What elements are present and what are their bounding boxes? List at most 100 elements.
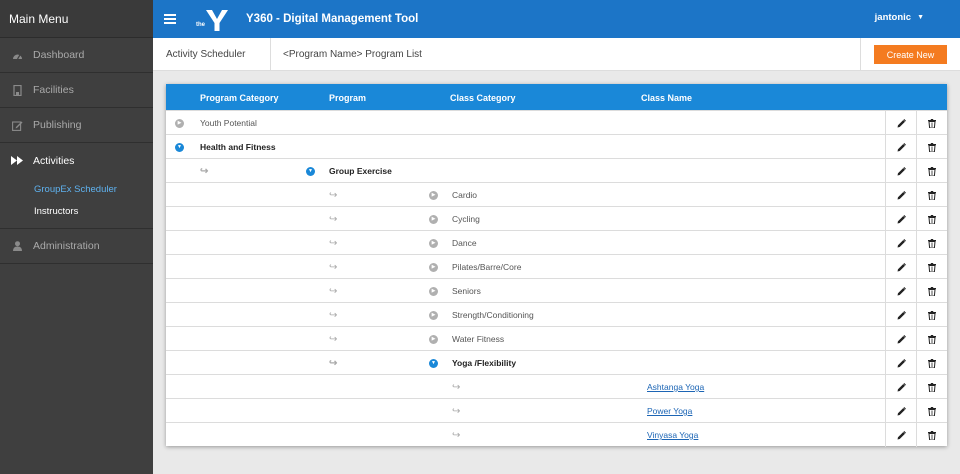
trash-icon[interactable] <box>916 303 947 327</box>
pencil-icon[interactable] <box>885 231 916 255</box>
trash-icon[interactable] <box>916 159 947 183</box>
collapsed-toggle-icon[interactable]: ▶ <box>429 183 438 207</box>
sidebar-title: Main Menu <box>0 0 153 38</box>
sidebar-subitem-instructors[interactable]: Instructors <box>34 200 153 222</box>
table-header: Program Category Program Class Category … <box>166 84 947 110</box>
collapsed-toggle-icon[interactable]: ▶ <box>429 303 438 327</box>
sidebar-item-facilities[interactable]: Facilities <box>0 73 153 108</box>
indent-arrow-icon: ↪ <box>329 237 338 249</box>
pencil-icon[interactable] <box>885 159 916 183</box>
table-row: ▶ Youth Potential <box>166 110 947 135</box>
table-row: ↪ ▼ Yoga /Flexibility <box>166 350 947 375</box>
row-label: Pilates/Barre/Core <box>452 262 522 272</box>
create-new-button[interactable]: Create New <box>874 45 947 64</box>
table-row: ↪ ▼ Group Exercise <box>166 158 947 183</box>
sidebar-item-label: Facilities <box>33 84 74 96</box>
pencil-icon[interactable] <box>885 423 916 447</box>
collapsed-toggle-icon[interactable]: ▶ <box>429 279 438 303</box>
class-name-link[interactable]: Ashtanga Yoga <box>647 375 704 399</box>
pencil-icon[interactable] <box>885 183 916 207</box>
table-row: ↪ ▶ Pilates/Barre/Core <box>166 254 947 279</box>
trash-icon[interactable] <box>916 351 947 375</box>
trash-icon[interactable] <box>916 255 947 279</box>
table-body: ▶ Youth Potential ▼ Health and Fitness ↪ ▼ Gro… <box>166 110 947 447</box>
breadcrumb-bar: Activity Scheduler <Program Name> Progra… <box>153 37 960 71</box>
row-label: Cycling <box>452 214 480 224</box>
indent-arrow-icon: ↪ <box>452 405 461 417</box>
indent-arrow-icon: ↪ <box>329 213 338 225</box>
row-label: Dance <box>452 238 477 248</box>
row-label: Cardio <box>452 190 478 200</box>
create-button-container: Create New <box>860 38 960 71</box>
row-label: Youth Potential <box>200 118 257 128</box>
building-icon <box>10 84 24 96</box>
trash-icon[interactable] <box>916 423 947 447</box>
collapsed-toggle-icon[interactable]: ▶ <box>429 207 438 231</box>
pencil-icon[interactable] <box>885 279 916 303</box>
indent-arrow-icon: ↪ <box>329 309 338 321</box>
program-list-table: Program Category Program Class Category … <box>166 84 947 447</box>
trash-icon[interactable] <box>916 111 947 135</box>
pencil-icon[interactable] <box>885 135 916 159</box>
collapsed-toggle-icon[interactable]: ▶ <box>429 255 438 279</box>
edit-icon <box>10 120 24 131</box>
table-row: ↪ ▶ Seniors <box>166 278 947 303</box>
expanded-toggle-icon[interactable]: ▼ <box>429 351 438 375</box>
trash-icon[interactable] <box>916 135 947 159</box>
user-icon <box>10 241 24 251</box>
trash-icon[interactable] <box>916 183 947 207</box>
trash-icon[interactable] <box>916 279 947 303</box>
pencil-icon[interactable] <box>885 399 916 423</box>
indent-arrow-icon: ↪ <box>329 189 338 201</box>
indent-arrow-icon: ↪ <box>200 165 209 177</box>
hamburger-icon[interactable] <box>164 14 176 24</box>
collapsed-toggle-icon[interactable]: ▶ <box>429 231 438 255</box>
trash-icon[interactable] <box>916 327 947 351</box>
table-row: ↪ ▶ Dance <box>166 230 947 255</box>
table-row: ↪ ▶ Cycling <box>166 206 947 231</box>
table-row: ▼ Health and Fitness <box>166 134 947 159</box>
y-logo-icon <box>206 10 228 31</box>
collapsed-toggle-icon[interactable]: ▶ <box>175 111 184 135</box>
sidebar-item-dashboard[interactable]: Dashboard <box>0 38 153 73</box>
row-label: Water Fitness <box>452 334 505 344</box>
sidebar-item-label: Dashboard <box>33 49 85 61</box>
sidebar-subitem-groupex-scheduler[interactable]: GroupEx Scheduler <box>34 178 153 200</box>
class-name-link[interactable]: Power Yoga <box>647 399 692 423</box>
pencil-icon[interactable] <box>885 375 916 399</box>
trash-icon[interactable] <box>916 375 947 399</box>
row-label: Group Exercise <box>329 166 392 176</box>
breadcrumb-section[interactable]: Activity Scheduler <box>153 37 271 71</box>
pencil-icon[interactable] <box>885 327 916 351</box>
sidebar-item-activities[interactable]: Activities <box>0 143 153 178</box>
indent-arrow-icon: ↪ <box>329 261 338 273</box>
sidebar-item-publishing[interactable]: Publishing <box>0 108 153 143</box>
table-row: ↪ ▶ Strength/Conditioning <box>166 302 947 327</box>
pencil-icon[interactable] <box>885 351 916 375</box>
app-title: Y360 - Digital Management Tool <box>246 13 419 25</box>
sidebar-item-administration[interactable]: Administration <box>0 229 153 264</box>
table-row: ↪ ▶ Cardio <box>166 182 947 207</box>
collapsed-toggle-icon[interactable]: ▶ <box>429 327 438 351</box>
trash-icon[interactable] <box>916 231 947 255</box>
user-menu[interactable]: jantonic ▼ <box>875 12 924 23</box>
fast-forward-icon <box>10 156 24 165</box>
trash-icon[interactable] <box>916 207 947 231</box>
pencil-icon[interactable] <box>885 255 916 279</box>
pencil-icon[interactable] <box>885 207 916 231</box>
pencil-icon[interactable] <box>885 111 916 135</box>
indent-arrow-icon: ↪ <box>452 429 461 441</box>
pencil-icon[interactable] <box>885 303 916 327</box>
trash-icon[interactable] <box>916 399 947 423</box>
expanded-toggle-icon[interactable]: ▼ <box>175 135 184 159</box>
expanded-toggle-icon[interactable]: ▼ <box>306 159 315 183</box>
table-row: ↪ Vinyasa Yoga <box>166 422 947 447</box>
row-label: Health and Fitness <box>200 142 276 152</box>
indent-arrow-icon: ↪ <box>329 285 338 297</box>
class-name-link[interactable]: Vinyasa Yoga <box>647 423 698 447</box>
header-program: Program <box>329 93 367 103</box>
indent-arrow-icon: ↪ <box>452 381 461 393</box>
table-row: ↪ Power Yoga <box>166 398 947 423</box>
sidebar-item-label: Activities <box>33 154 75 167</box>
logo-prefix: the <box>196 22 205 28</box>
